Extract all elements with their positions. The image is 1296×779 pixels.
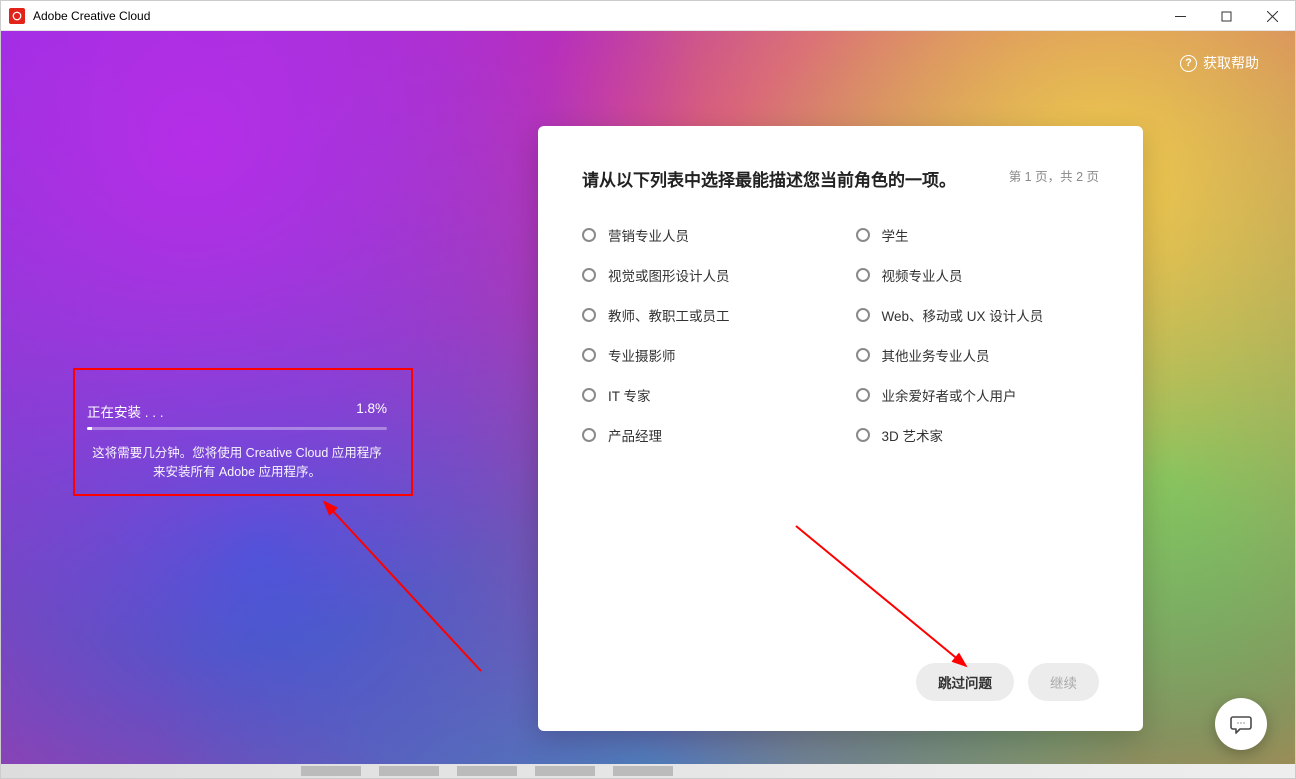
radio-icon (582, 228, 596, 242)
install-status-row: 正在安装 . . . 1.8% (87, 401, 387, 421)
role-option-label: Web、移动或 UX 设计人员 (882, 305, 1044, 325)
radio-icon (856, 388, 870, 402)
card-footer: 跳过问题 继续 (582, 663, 1099, 701)
titlebar: Adobe Creative Cloud (1, 1, 1295, 31)
get-help-link[interactable]: ? 获取帮助 (1180, 53, 1259, 73)
window-controls (1157, 1, 1295, 31)
help-label: 获取帮助 (1203, 53, 1259, 73)
role-option-label: 视觉或图形设计人员 (608, 265, 730, 285)
role-option[interactable]: Web、移动或 UX 设计人员 (856, 305, 1100, 325)
adobe-cc-icon (9, 8, 25, 24)
role-option[interactable]: 业余爱好者或个人用户 (856, 385, 1100, 405)
radio-icon (856, 268, 870, 282)
minimize-button[interactable] (1157, 1, 1203, 31)
radio-icon (856, 308, 870, 322)
role-option-label: 专业摄影师 (608, 345, 676, 365)
radio-icon (856, 428, 870, 442)
help-icon: ? (1180, 55, 1197, 72)
role-option-label: 其他业务专业人员 (882, 345, 990, 365)
chat-fab[interactable] (1215, 698, 1267, 750)
role-option[interactable]: IT 专家 (582, 385, 826, 405)
role-option[interactable]: 教师、教职工或员工 (582, 305, 826, 325)
client-area: ? 获取帮助 正在安装 . . . 1.8% 这将需要几分钟。您将使用 Crea… (1, 31, 1295, 778)
role-option[interactable]: 营销专业人员 (582, 225, 826, 245)
role-option-label: 3D 艺术家 (882, 425, 944, 445)
window-title: Adobe Creative Cloud (33, 9, 150, 23)
install-description: 这将需要几分钟。您将使用 Creative Cloud 应用程序来安装所有 Ad… (87, 444, 387, 483)
options-column-right: 学生视频专业人员 Web、移动或 UX 设计人员其他业务专业人员业余爱好者或个人用… (856, 225, 1100, 445)
install-percent-text: 1.8% (356, 401, 387, 421)
radio-icon (582, 308, 596, 322)
background-taskbar (1, 764, 1295, 778)
survey-title: 请从以下列表中选择最能描述您当前角色的一项。 (582, 166, 956, 191)
options-column-left: 营销专业人员视觉或图形设计人员教师、教职工或员工专业摄影师 IT 专家产品经理 (582, 225, 826, 445)
chat-icon (1229, 712, 1253, 736)
radio-icon (856, 348, 870, 362)
skip-questions-button[interactable]: 跳过问题 (916, 663, 1014, 701)
radio-icon (856, 228, 870, 242)
role-option-label: 视频专业人员 (882, 265, 963, 285)
role-option[interactable]: 视觉或图形设计人员 (582, 265, 826, 285)
card-header: 请从以下列表中选择最能描述您当前角色的一项。 第 1 页，共 2 页 (582, 166, 1099, 191)
radio-icon (582, 268, 596, 282)
close-button[interactable] (1249, 1, 1295, 31)
role-option[interactable]: 其他业务专业人员 (856, 345, 1100, 365)
role-option[interactable]: 学生 (856, 225, 1100, 245)
install-progress-fill (87, 427, 92, 430)
install-status-text: 正在安装 . . . (87, 401, 164, 421)
app-window: Adobe Creative Cloud ? 获取帮助 正在安装 . . . 1… (0, 0, 1296, 779)
role-option[interactable]: 视频专业人员 (856, 265, 1100, 285)
radio-icon (582, 348, 596, 362)
role-option-label: 学生 (882, 225, 909, 245)
annotation-arrow-1 (241, 491, 501, 681)
radio-icon (582, 388, 596, 402)
continue-button[interactable]: 继续 (1028, 663, 1099, 701)
role-option[interactable]: 专业摄影师 (582, 345, 826, 365)
role-option-label: IT 专家 (608, 385, 651, 405)
maximize-button[interactable] (1203, 1, 1249, 31)
role-option-label: 产品经理 (608, 425, 662, 445)
role-option[interactable]: 3D 艺术家 (856, 425, 1100, 445)
radio-icon (582, 428, 596, 442)
role-survey-card: 请从以下列表中选择最能描述您当前角色的一项。 第 1 页，共 2 页 营销专业人… (538, 126, 1143, 731)
install-progress-bar (87, 427, 387, 430)
install-progress-pane: 正在安装 . . . 1.8% 这将需要几分钟。您将使用 Creative Cl… (87, 401, 387, 483)
role-option-label: 业余爱好者或个人用户 (882, 385, 1017, 405)
role-option-label: 营销专业人员 (608, 225, 689, 245)
page-indicator: 第 1 页，共 2 页 (993, 166, 1099, 185)
survey-options: 营销专业人员视觉或图形设计人员教师、教职工或员工专业摄影师 IT 专家产品经理 学… (582, 225, 1099, 445)
role-option-label: 教师、教职工或员工 (608, 305, 730, 325)
role-option[interactable]: 产品经理 (582, 425, 826, 445)
